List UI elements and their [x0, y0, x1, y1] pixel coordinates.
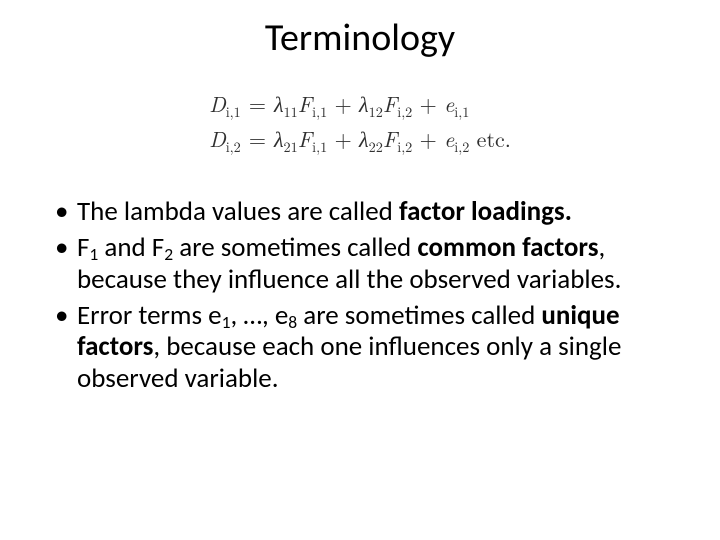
bullet-2-sub-2: 2 [164, 243, 173, 265]
eq1-t2-var-sub: i,2 [397, 102, 412, 122]
bullet-1-text-1: The lambda values are called [77, 195, 399, 228]
eq2-t3-var: e [444, 123, 454, 154]
eq1-t1-coef-sub: 11 [283, 102, 297, 122]
bullet-2-bold: common factors [417, 231, 598, 264]
eq2-lhs-var: D [209, 123, 226, 154]
eq1-t3-var: e [444, 88, 454, 119]
equation-block: Di,1 = λ11Fi,1 + λ12Fi,2 + ei,1 Di,2 = λ… [30, 86, 690, 156]
bullet-list: The lambda values are called factor load… [30, 196, 690, 395]
eq1-t2-coef: λ [359, 88, 369, 119]
eq1-t2-var: F [383, 88, 397, 119]
bullet-3-text-4: , because each one influences only a sin… [77, 330, 621, 395]
equation-row-2: Di,2 = λ21Fi,1 + λ22Fi,2 + ei,2 etc. [205, 121, 515, 156]
bullet-3-text-3: are sometimes called [297, 299, 541, 332]
bullet-3-text-2: , …, e [231, 299, 289, 332]
eq1-t3-var-sub: i,1 [454, 102, 469, 122]
bullet-3-text-1: Error terms e [77, 299, 222, 332]
equation-row-1: Di,1 = λ11Fi,1 + λ12Fi,2 + ei,1 [205, 86, 515, 121]
bullet-1-bold: factor loadings. [399, 195, 572, 228]
eq2-t1-coef-sub: 21 [283, 137, 297, 157]
bullet-2-sub-1: 1 [89, 243, 98, 265]
eq2-t2-coef: λ [359, 123, 369, 154]
equals-sign: = [245, 121, 270, 156]
bullet-2: F1 and F2 are sometimes called common fa… [55, 232, 685, 296]
bullet-3-sub-1: 1 [222, 311, 231, 333]
eq2-t1-var-sub: i,1 [312, 137, 327, 157]
slide-title: Terminology [30, 15, 690, 61]
eq2-t2-var-sub: i,2 [397, 137, 412, 157]
eq2-trail: etc. [469, 123, 511, 154]
eq2-t1-var: F [298, 123, 312, 154]
bullet-3: Error terms e1, …, e8 are sometimes call… [55, 300, 685, 396]
bullet-2-text-1: F [77, 231, 89, 264]
eq2-t2-var: F [383, 123, 397, 154]
bullet-2-text-2: and F [98, 231, 164, 264]
slide: Terminology Di,1 = λ11Fi,1 + λ12Fi,2 + e… [0, 0, 720, 419]
eq2-t2-coef-sub: 22 [369, 137, 383, 157]
eq2-lhs-sub: i,2 [226, 137, 241, 157]
bullet-3-sub-2: 8 [288, 311, 297, 333]
eq1-t1-var-sub: i,1 [312, 102, 327, 122]
bullet-1: The lambda values are called factor load… [55, 196, 685, 228]
eq1-lhs-var: D [209, 88, 226, 119]
equals-sign: = [245, 86, 270, 121]
eq1-lhs-sub: i,1 [226, 102, 241, 122]
bullet-2-text-3: are sometimes called [173, 231, 417, 264]
eq2-t3-var-sub: i,2 [454, 137, 469, 157]
eq1-t2-coef-sub: 12 [369, 102, 383, 122]
eq1-t1-var: F [298, 88, 312, 119]
